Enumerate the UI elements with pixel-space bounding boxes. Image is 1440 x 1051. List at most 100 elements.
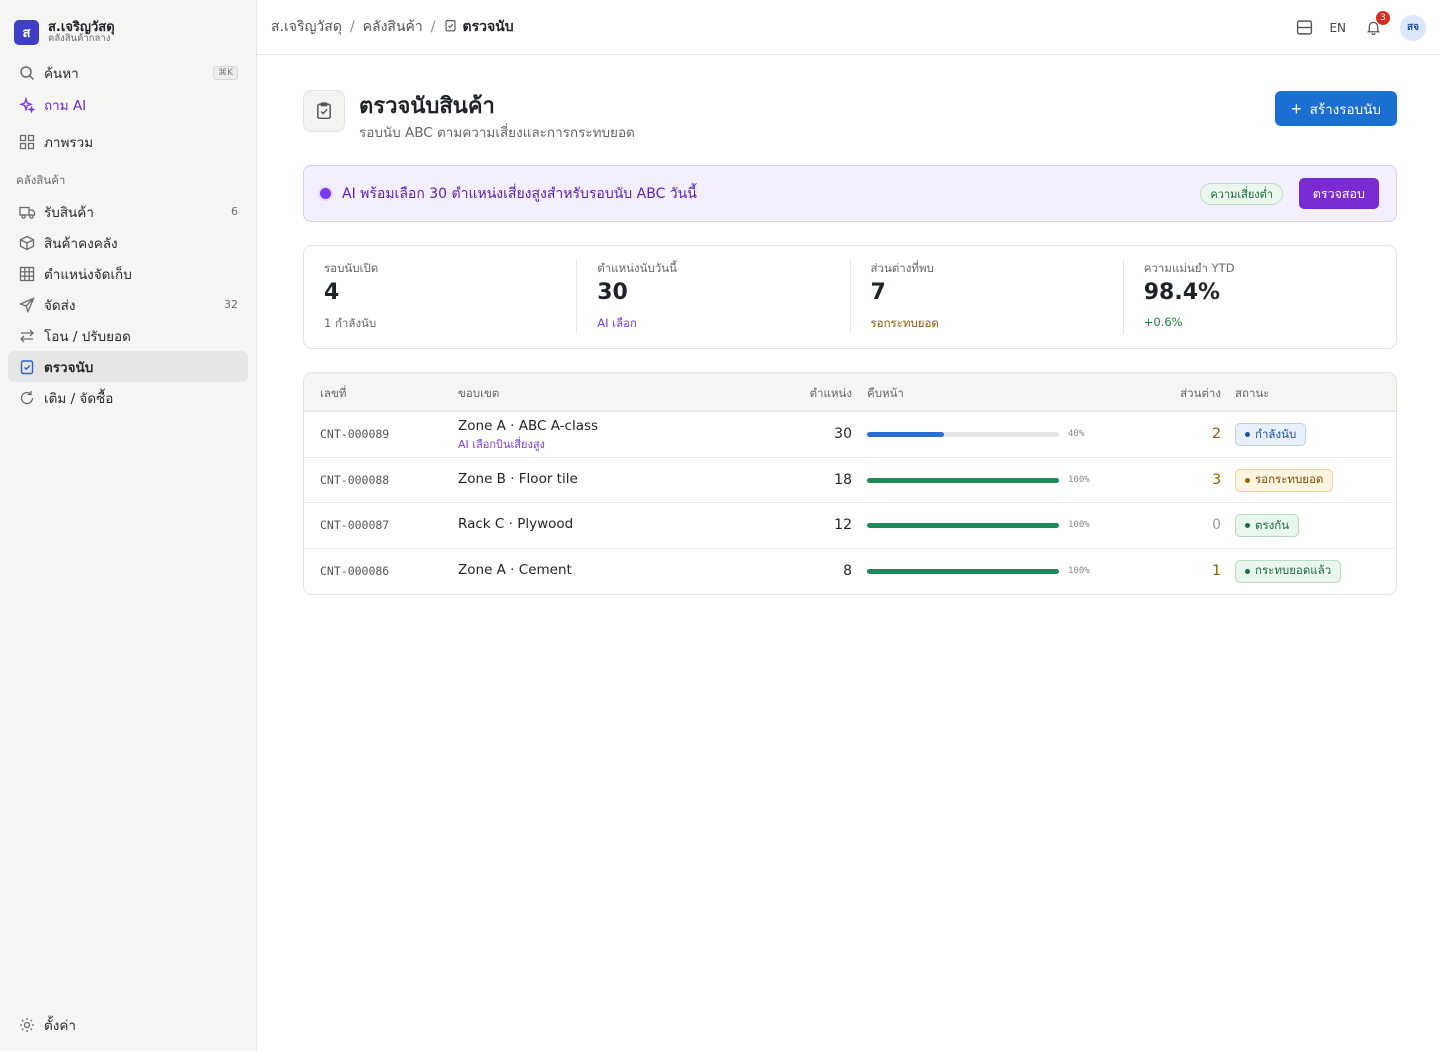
ai-note: AI เลือกบินเสี่ยงสูง [458,438,545,451]
sidebar: ส ส.เจริญวัสดุ คลังสินค้ากลาง ค้นหา ⌘K ถ… [0,0,257,1051]
search-shortcut: ⌘K [213,65,238,80]
table-row[interactable]: CNT-000089 Zone A · ABC A-class AI เลือกบิ… [304,412,1396,458]
topbar: ส.เจริญวัสดุ / คลังสินค้า / ตรวจนับ EN 3… [257,0,1440,55]
breadcrumb-separator: / [430,19,436,35]
box-icon [18,234,36,252]
status-dot [1245,568,1250,574]
sidebar-item-label: สินค้าคงคลัง [44,235,118,252]
search-icon [18,64,36,82]
table-row[interactable]: CNT-000088 Zone B · Floor tile 18 100% 3 รอกร… [304,458,1396,503]
sidebar-search[interactable]: ค้นหา ⌘K [8,57,248,88]
ai-status-dot [320,188,331,199]
progress-percent: 40% [1068,429,1085,439]
column-header-status[interactable]: สถานะ [1235,385,1269,403]
stat-value: 7 [870,280,886,305]
nav-section-warehouse: คลังสินค้า [16,173,66,187]
stat-card-variances: ส่วนต่างที่พบ 7 รอกระทบยอด [849,260,1123,334]
gear-icon [18,1016,36,1034]
brand-logo: ส [14,20,39,45]
progress-bar-fill [867,523,1059,528]
variance-value: 2 [1212,426,1221,442]
status-label: กระทบยอดแล้ว [1255,563,1332,577]
variance-value: 1 [1212,562,1221,579]
variance-value: 3 [1212,471,1221,488]
breadcrumb: ส.เจริญวัสดุ / คลังสินค้า / ตรวจนับ [271,16,514,38]
clipboard-check-icon [303,90,345,132]
sidebar-item-label: เติม / จัดซื้อ [44,390,114,407]
table-row[interactable]: CNT-000086 Zone A · Cement 8 100% 1 กระทบยอดแ… [304,549,1396,595]
status-badge: กระทบยอดแล้ว [1235,559,1342,583]
count-number[interactable]: CNT-000086 [320,564,389,578]
stat-card-accuracy: ความแม่นยำ YTD 98.4% +0.6% [1122,260,1396,334]
stat-value: 30 [597,280,628,305]
sidebar-item-shipping[interactable]: จัดส่ง 32 [8,289,248,320]
overview-label: ภาพรวม [44,134,94,151]
sidebar-item-label: ตำแหน่งจัดเก็บ [44,266,132,283]
stat-sub: 1 กำลังนับ [324,316,377,330]
clipboard-check-icon [18,358,36,376]
clipboard-check-icon [444,19,457,36]
sparkle-icon [18,96,36,114]
column-header-locations[interactable]: ตำแหน่ง [774,385,852,403]
avatar[interactable]: สจ [1400,14,1426,41]
page-title: ตรวจนับสินค้า [359,94,495,119]
sidebar-item-receiving[interactable]: รับสินค้า 6 [8,196,248,227]
main-area: ส.เจริญวัสดุ / คลังสินค้า / ตรวจนับ EN 3… [257,0,1440,1051]
sidebar-item-label: รับสินค้า [44,204,94,221]
column-header-scope[interactable]: ขอบเขต [458,385,499,403]
sidebar-item-locations[interactable]: ตำแหน่งจัดเก็บ [8,258,248,289]
language-toggle[interactable]: EN [1329,21,1346,35]
transfer-icon [18,327,36,345]
layout-toggle-icon[interactable] [1296,19,1313,36]
review-ai-button[interactable]: ตรวจสอบ [1298,178,1379,209]
column-header-progress[interactable]: คืบหน้า [867,385,904,403]
stat-sub: รอกระทบยอด [870,316,939,330]
ai-suggestion-banner: AI พร้อมเลือก 30 ตำแหน่งเสี่ยงสูงสำหรับร… [303,165,1397,222]
sidebar-item-transfer[interactable]: โอน / ปรับยอด [8,320,248,351]
status-badge: กำลังนับ [1235,423,1307,446]
column-header-no[interactable]: เลขที่ [320,385,346,403]
status-badge: ตรงกัน [1235,514,1300,537]
breadcrumb-item-warehouse[interactable]: คลังสินค้า [363,16,423,38]
breadcrumb-current-label: ตรวจนับ [462,19,514,35]
table-row[interactable]: CNT-000087 Rack C · Plywood 12 100% 0 ตรงกัน [304,503,1396,549]
progress-percent: 100% [1068,474,1090,485]
scope-label: Zone A · Cement [458,561,572,578]
breadcrumb-separator: / [349,19,355,35]
page-content: ตรวจนับสินค้า รอบนับ ABC ตามความเสี่ยงแล… [257,55,1440,595]
stat-sub: AI เลือก [597,316,638,330]
count-number[interactable]: CNT-000089 [320,427,389,441]
sidebar-item-replenish[interactable]: เติม / จัดซื้อ [8,382,248,413]
sidebar-item-label: ตรวจนับ [44,359,94,376]
status-label: รอกระทบยอด [1255,472,1324,486]
brand[interactable]: ส ส.เจริญวัสดุ คลังสินค้ากลาง [8,0,248,46]
count-number[interactable]: CNT-000087 [320,518,389,532]
status-badge: รอกระทบยอด [1235,468,1334,492]
plus-icon: + [1291,98,1302,119]
sidebar-item-label: จัดส่ง [44,297,76,314]
ask-ai-label: ถาม AI [44,97,87,114]
truck-icon [18,203,36,221]
scope-label: Zone A · ABC A-class [458,418,599,434]
sidebar-ask-ai[interactable]: ถาม AI [8,89,248,120]
status-dot [1245,432,1250,437]
count-number[interactable]: CNT-000088 [320,473,389,487]
count-scope: Rack C · Plywood [458,509,573,532]
sidebar-item-settings[interactable]: ตั้งค่า [8,1009,248,1040]
sidebar-item-count: 6 [231,205,238,218]
status-dot [1245,523,1250,528]
notifications-button[interactable]: 3 [1362,10,1390,39]
brand-name: ส.เจริญวัสดุ [48,19,115,35]
progress-bar-fill [867,568,1059,574]
location-count: 18 [834,471,852,488]
progress-bar-fill [867,477,1059,483]
send-icon [18,296,36,314]
breadcrumb-item-company[interactable]: ส.เจริญวัสดุ [271,16,342,38]
sidebar-item-inventory[interactable]: สินค้าคงคลัง [8,227,248,258]
status-dot [1245,477,1250,483]
page-subtitle: รอบนับ ABC ตามความเสี่ยงและการกระทบยอด [359,125,635,141]
sidebar-item-cycle-count[interactable]: ตรวจนับ [8,351,248,382]
column-header-diff[interactable]: ส่วนต่าง [1164,385,1221,403]
sidebar-item-overview[interactable]: ภาพรวม [8,126,248,157]
create-count-button[interactable]: + สร้างรอบนับ [1275,91,1397,126]
